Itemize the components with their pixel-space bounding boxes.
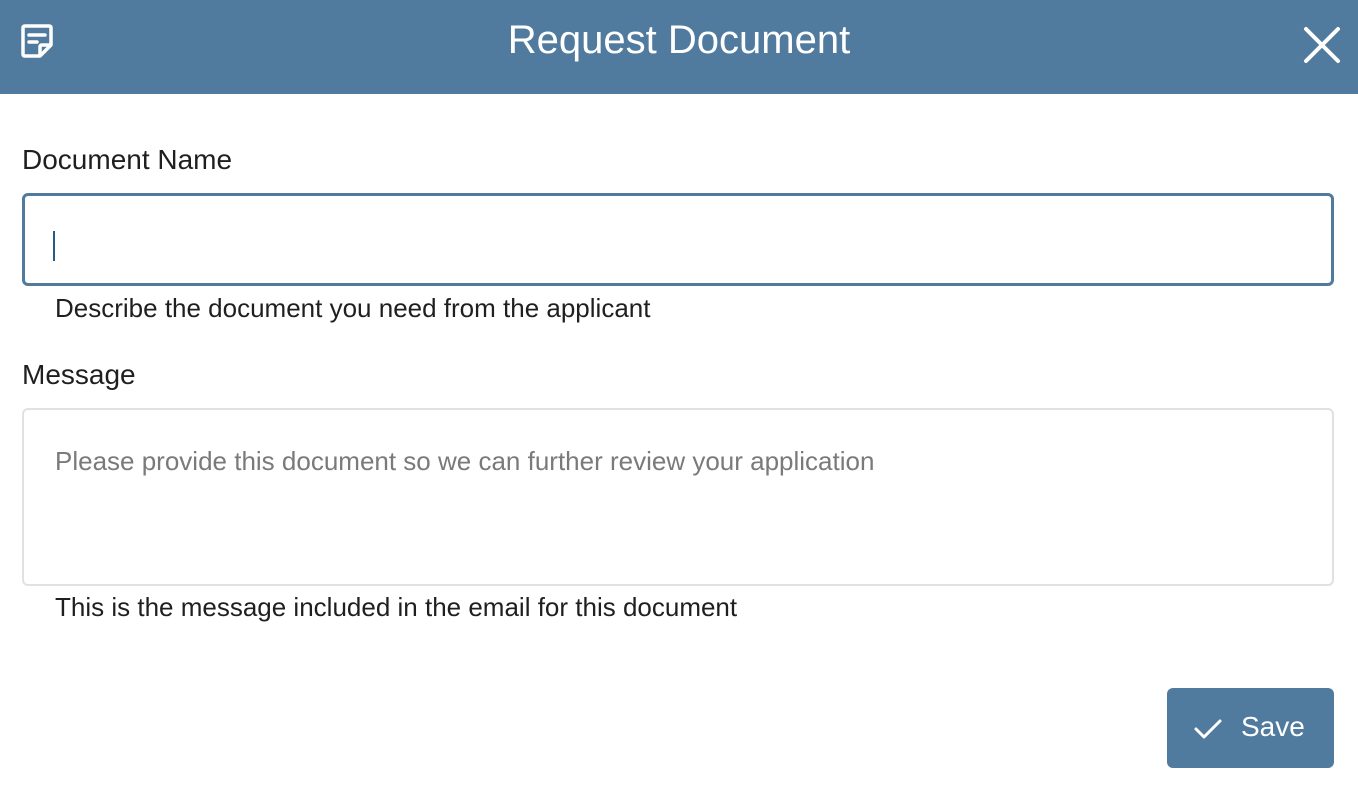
document-name-input[interactable] <box>22 193 1334 286</box>
check-icon <box>1193 716 1223 740</box>
save-label: Save <box>1241 711 1305 742</box>
text-caret <box>53 231 55 261</box>
save-button[interactable]: Save <box>1167 688 1334 768</box>
message-label: Message <box>22 359 136 390</box>
request-document-dialog: Request Document Document Name Describe … <box>0 0 1358 794</box>
document-name-helper: Describe the document you need from the … <box>55 293 651 323</box>
dialog-title: Request Document <box>507 18 851 62</box>
message-helper: This is the message included in the emai… <box>55 592 738 622</box>
document-name-label: Document Name <box>22 144 233 175</box>
dialog-header: Request Document <box>0 0 1358 94</box>
close-button[interactable] <box>1301 24 1343 66</box>
close-icon <box>1301 27 1343 69</box>
message-textarea[interactable] <box>22 408 1334 586</box>
